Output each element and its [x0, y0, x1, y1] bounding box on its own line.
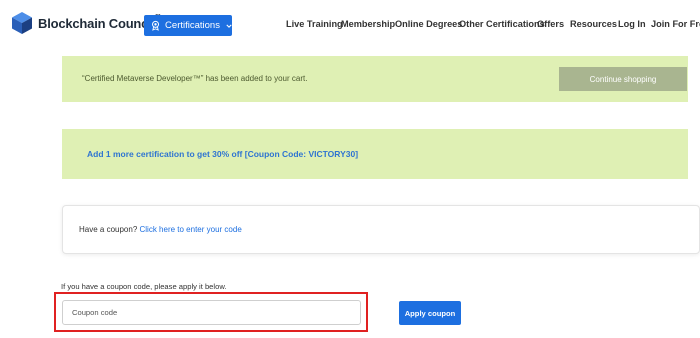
nav-online-degrees[interactable]: Online Degrees [395, 19, 462, 29]
continue-shopping-button[interactable]: Continue shopping [559, 67, 687, 91]
brand-logo[interactable]: Blockchain Council™ [11, 11, 161, 35]
coupon-code-input[interactable] [62, 300, 361, 325]
coupon-toggle-text: Have a coupon? Click here to enter your … [79, 225, 242, 234]
certifications-dropdown-button[interactable]: Certifications [144, 15, 232, 36]
coupon-hint: If you have a coupon code, please apply … [61, 282, 227, 291]
nav-resources[interactable]: Resources [570, 19, 617, 29]
coupon-toggle-card: Have a coupon? Click here to enter your … [62, 205, 700, 254]
enter-code-link[interactable]: Click here to enter your code [140, 225, 242, 234]
cart-notice-message: “Certified Metaverse Developer™” has bee… [82, 74, 308, 83]
cube-logo-icon [12, 12, 32, 34]
award-badge-icon [152, 20, 160, 31]
nav-live-training[interactable]: Live Training [286, 19, 343, 29]
certifications-label: Certifications [165, 20, 220, 31]
coupon-toggle-prefix: Have a coupon? [79, 225, 138, 234]
cart-notice-banner: “Certified Metaverse Developer™” has bee… [62, 56, 688, 102]
apply-coupon-button[interactable]: Apply coupon [399, 301, 461, 325]
nav-log-in[interactable]: Log In [618, 19, 646, 29]
promo-message: Add 1 more certification to get 30% off … [87, 149, 359, 159]
nav-join-for-free[interactable]: Join For Free [651, 19, 700, 29]
nav-other-certifications[interactable]: Other Certifications [459, 19, 545, 29]
brand-name: Blockchain Council™ [38, 14, 161, 31]
nav-offers[interactable]: Offers [537, 19, 564, 29]
site-header: Blockchain Council™ Certifications Live … [0, 0, 700, 50]
chevron-down-icon [226, 23, 232, 28]
nav-membership[interactable]: Membership [341, 19, 395, 29]
promo-banner: Add 1 more certification to get 30% off … [62, 129, 688, 179]
page: Blockchain Council™ Certifications Live … [0, 0, 700, 338]
